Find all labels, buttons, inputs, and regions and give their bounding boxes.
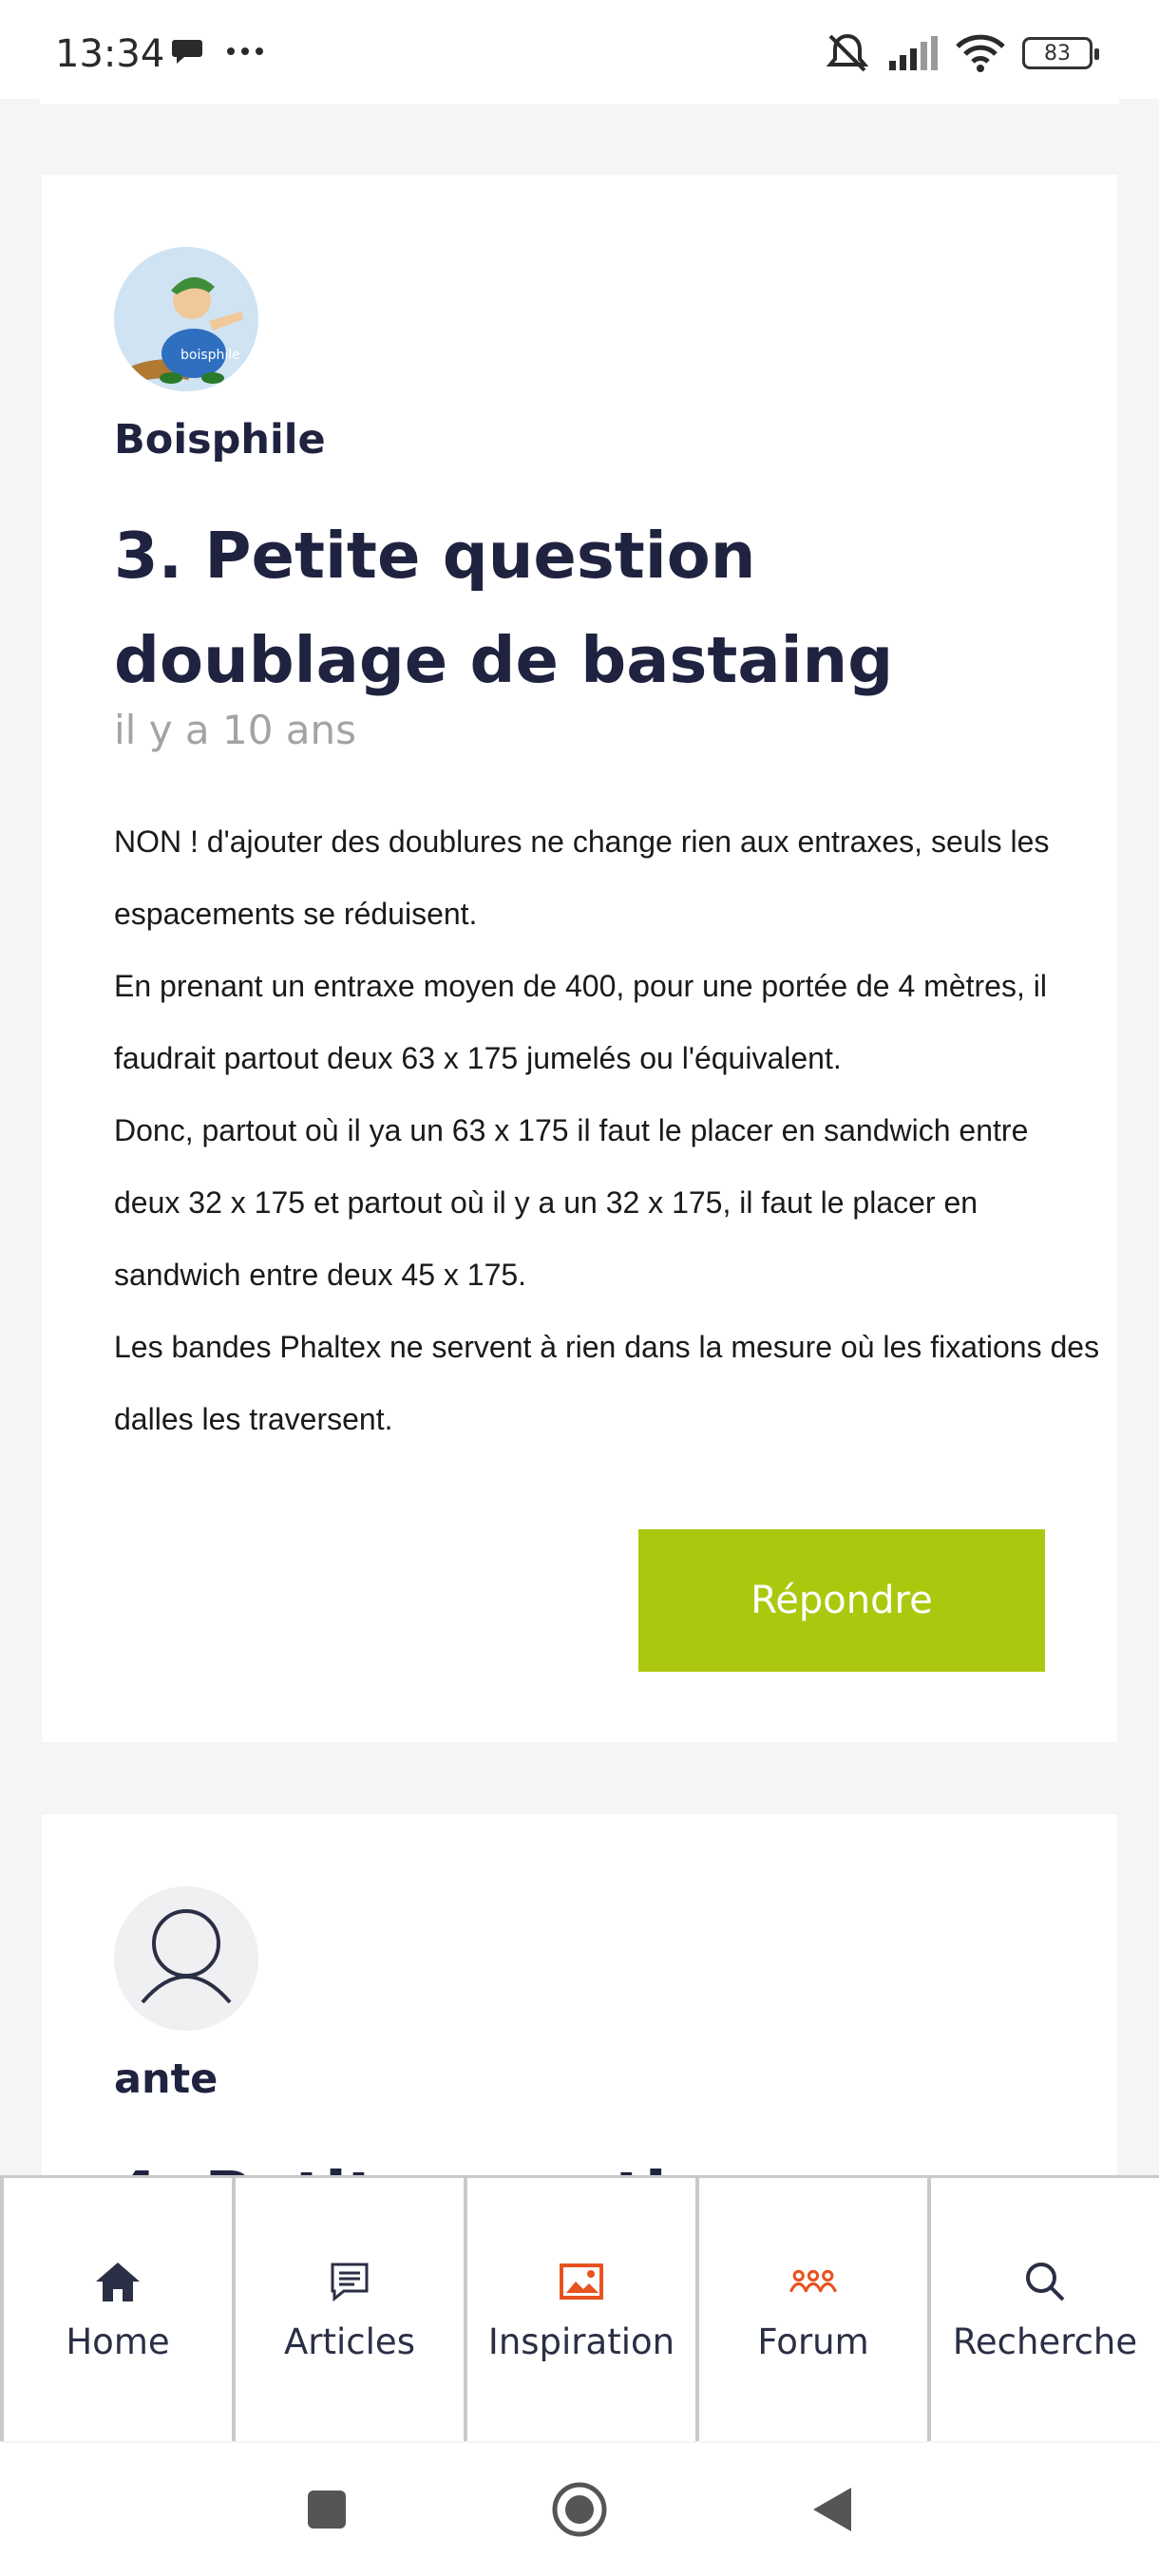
wifi-icon (956, 34, 1005, 72)
back-triangle-icon (813, 2488, 851, 2531)
nav-articles[interactable]: Articles (236, 2178, 467, 2441)
author-avatar[interactable]: boisphile (114, 247, 258, 391)
reply-button[interactable]: Répondre (638, 1529, 1045, 1672)
nav-home[interactable]: Home (0, 2178, 236, 2441)
battery-level: 83 (1044, 41, 1071, 66)
home-icon (93, 2257, 142, 2306)
status-time: 13:34 (55, 32, 165, 76)
post-paragraph: NON ! d'ajouter des doublures ne change … (114, 824, 1050, 931)
avatar-cartoon-icon: boisphile (114, 247, 258, 391)
post-time-ago: il y a 10 ans (114, 707, 357, 753)
nav-label: Recherche (952, 2321, 1138, 2362)
status-bar: 13:34 83 (0, 0, 1159, 99)
status-notification-icons (171, 36, 264, 66)
status-system-icons: 83 (825, 32, 1099, 74)
home-circle-icon (552, 2482, 607, 2537)
bottom-navigation: Home Articles Inspiration Forum Recherch… (0, 2175, 1159, 2441)
next-post-author[interactable]: ante (114, 2055, 218, 2103)
recents-square-icon (308, 2491, 346, 2529)
post-author[interactable]: Boisphile (114, 416, 326, 464)
silent-bell-icon (826, 33, 869, 72)
forum-people-icon (788, 2257, 838, 2306)
post-paragraph: En prenant un entraxe moyen de 400, pour… (114, 969, 1047, 1075)
post-title: 3. Petite question doublage de bastaing (114, 519, 894, 697)
more-dots-icon (227, 47, 263, 55)
nav-label: Inspiration (487, 2321, 675, 2362)
nav-label: Forum (757, 2321, 869, 2362)
recents-button[interactable] (298, 2481, 355, 2538)
chat-bubble-icon (172, 40, 202, 64)
post-body: NON ! d'ajouter des doublures ne change … (114, 805, 1102, 1455)
search-icon (1020, 2257, 1070, 2306)
post-paragraph: Les bandes Phaltex ne servent à rien dan… (114, 1330, 1100, 1436)
user-placeholder-icon (114, 1886, 258, 2031)
back-button[interactable] (804, 2481, 861, 2538)
previous-card-edge (40, 99, 1119, 104)
system-navigation-bar (0, 2443, 1159, 2576)
articles-icon (325, 2257, 374, 2306)
nav-inspiration[interactable]: Inspiration (467, 2178, 699, 2441)
author-avatar-placeholder[interactable] (114, 1886, 258, 2031)
nav-label: Home (66, 2321, 170, 2362)
signal-icon (889, 36, 938, 70)
battery-indicator: 83 (1022, 37, 1099, 69)
post-paragraph: Donc, partout où il ya un 63 x 175 il fa… (114, 1113, 1029, 1292)
nav-label: Articles (284, 2321, 415, 2362)
nav-recherche[interactable]: Recherche (931, 2178, 1159, 2441)
nav-forum[interactable]: Forum (699, 2178, 931, 2441)
forum-post-card: boisphile Boisphile 3. Petite question d… (42, 175, 1117, 1742)
image-icon (557, 2257, 606, 2306)
svg-text:boisphile: boisphile (180, 348, 240, 363)
home-system-button[interactable] (551, 2481, 608, 2538)
forum-post-card-next: ante 4. Petite questi (42, 1814, 1117, 2232)
